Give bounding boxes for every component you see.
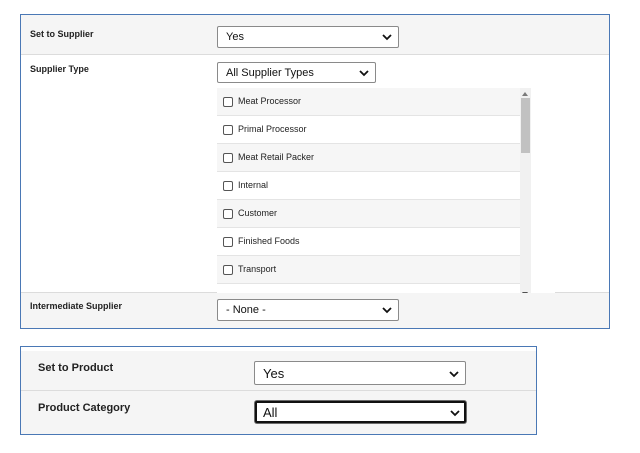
checkbox-icon[interactable] <box>223 209 233 219</box>
set-to-product-row: Set to Product Yes <box>21 351 536 391</box>
product-category-value: All <box>263 405 278 420</box>
supplier-settings-panel: Set to Supplier Yes Supplier Type All Su… <box>20 14 610 329</box>
set-to-product-select[interactable]: Yes <box>254 361 466 385</box>
set-to-supplier-row: Set to Supplier Yes <box>21 15 609 55</box>
supplier-type-label: Supplier Type <box>30 64 89 74</box>
chevron-down-icon <box>450 410 460 417</box>
list-item-label: Primal Processor <box>238 124 307 134</box>
list-item-label: Customer <box>238 208 278 218</box>
list-item-label: Meat Retail Packer <box>238 152 315 162</box>
list-item[interactable]: Internal <box>217 172 520 200</box>
supplier-type-value: All Supplier Types <box>226 67 314 79</box>
product-category-label: Product Category <box>38 402 131 414</box>
checkbox-icon[interactable] <box>223 181 233 191</box>
list-item-label: Meat Processor <box>238 96 302 106</box>
checkbox-icon[interactable] <box>223 265 233 275</box>
list-item-label: Internal <box>238 180 269 190</box>
list-item[interactable]: Primal Processor <box>217 116 520 144</box>
product-category-select[interactable]: All <box>255 401 466 423</box>
product-category-row: Product Category All <box>21 391 536 434</box>
checkbox-icon[interactable] <box>223 97 233 107</box>
set-to-product-label: Set to Product <box>38 362 114 374</box>
set-to-product-value: Yes <box>263 366 285 381</box>
supplier-type-listbox[interactable]: Meat Processor Primal Processor Meat Ret… <box>217 88 555 301</box>
list-item[interactable]: Customer <box>217 200 520 228</box>
intermediate-supplier-select[interactable]: - None - <box>217 299 399 321</box>
checkbox-icon[interactable] <box>223 153 233 163</box>
list-item[interactable]: Finished Foods <box>217 228 520 256</box>
intermediate-supplier-row: Intermediate Supplier - None - <box>21 293 609 328</box>
intermediate-supplier-label: Intermediate Supplier <box>30 301 123 311</box>
list-item-label: Finished Foods <box>238 236 300 246</box>
list-item[interactable]: Meat Processor <box>217 88 520 116</box>
chevron-down-icon <box>382 307 392 314</box>
checkbox-icon[interactable] <box>223 125 233 135</box>
list-item[interactable]: Meat Retail Packer <box>217 144 520 172</box>
set-to-supplier-label: Set to Supplier <box>30 29 94 39</box>
list-item-label: Transport <box>238 264 277 274</box>
list-item[interactable]: Transport <box>217 256 520 284</box>
set-to-supplier-value: Yes <box>226 31 244 43</box>
checkbox-icon[interactable] <box>223 237 233 247</box>
listbox-scrollbar[interactable] <box>520 88 531 301</box>
intermediate-supplier-value: - None - <box>226 304 266 316</box>
scrollbar-thumb[interactable] <box>521 98 530 153</box>
chevron-down-icon <box>449 371 459 378</box>
supplier-type-select[interactable]: All Supplier Types <box>217 62 376 83</box>
scroll-up-arrow-icon[interactable] <box>522 92 528 96</box>
chevron-down-icon <box>382 34 392 41</box>
set-to-supplier-select[interactable]: Yes <box>217 26 399 48</box>
product-settings-panel: Set to Product Yes Product Category All <box>20 346 537 435</box>
chevron-down-icon <box>359 70 369 77</box>
